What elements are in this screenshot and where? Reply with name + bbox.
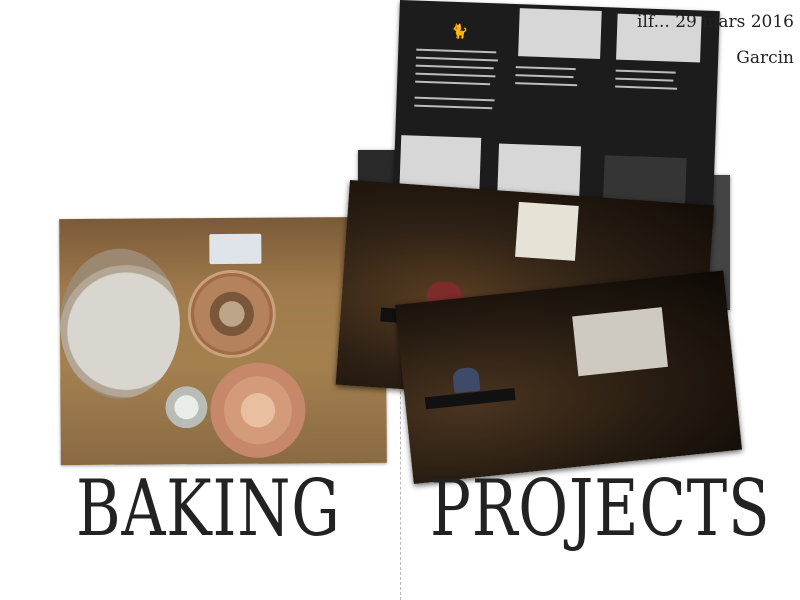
glass-bowl xyxy=(187,269,277,359)
booklet-thumbnail xyxy=(518,8,602,60)
booklet-text-line xyxy=(415,56,498,62)
booklet-text-line xyxy=(415,80,491,86)
cat-icon: 🐈 xyxy=(450,23,469,41)
title-baking: BAKING xyxy=(76,464,341,554)
performer-figure-second xyxy=(452,366,481,394)
title-projects: PROJECTS xyxy=(430,464,771,554)
author-line: Garcin xyxy=(736,48,794,68)
booklet-text-line xyxy=(414,96,495,102)
booklet-text-line xyxy=(515,66,576,71)
booklet-text-line xyxy=(415,64,494,70)
booklet-text-line xyxy=(416,48,497,54)
small-glass xyxy=(165,386,208,429)
booklet-text-line xyxy=(515,82,578,87)
projected-card xyxy=(515,201,579,261)
booklet-text-line xyxy=(414,104,493,110)
date-line: ilf... 29 mars 2016 xyxy=(637,12,794,32)
booklet-text-line xyxy=(415,72,496,78)
flour-bowl xyxy=(59,248,181,400)
booklet-text-line xyxy=(515,74,574,79)
booklet-text-line xyxy=(615,69,676,74)
booklet-text-line xyxy=(615,85,678,90)
projected-hands xyxy=(572,307,668,377)
booklet-text-line xyxy=(615,77,674,82)
pink-glass-bowl xyxy=(210,362,306,459)
paper-scrap xyxy=(209,233,262,265)
performance-photo-second xyxy=(395,270,743,485)
